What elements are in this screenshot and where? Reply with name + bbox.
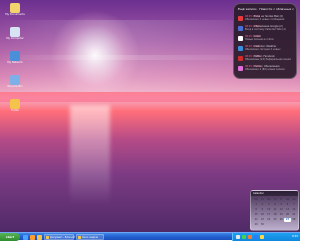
calendar-day[interactable]: 28 xyxy=(291,218,297,222)
network-icon xyxy=(10,51,20,61)
folder-icon[interactable] xyxy=(37,234,42,240)
yandex-icon xyxy=(238,66,243,71)
calendar-day[interactable]: 21 xyxy=(291,213,297,217)
desktop-background: My Documents My Computer My Network Recy… xyxy=(0,0,300,232)
browser-icon[interactable] xyxy=(23,234,28,240)
media-icon[interactable] xyxy=(30,234,35,240)
tray-icon[interactable] xyxy=(254,235,258,239)
desktop-icon-my-computer[interactable]: My Computer xyxy=(2,27,28,48)
desktop-icons: My Documents My Computer My Network Recy… xyxy=(2,3,28,123)
folder-icon xyxy=(10,99,20,109)
calendar-weekday: Su xyxy=(292,198,296,201)
desktop-icon-recycle-bin[interactable]: Recycle Bin xyxy=(2,75,28,96)
google-icon xyxy=(238,26,243,31)
notification-item[interactable]: 08:45 27.09 Calendar: Weather Обновлено … xyxy=(238,45,294,54)
notification-item[interactable]: 08:45 27.09 Yandex: Обновления Обновлено… xyxy=(238,65,294,74)
desktop-icon-my-documents[interactable]: My Documents xyxy=(2,3,28,24)
desktop-icon-my-network[interactable]: My Network xyxy=(2,51,28,72)
notification-item[interactable]: 08:45 27.09 Обновление Google (2) Вход в… xyxy=(238,25,294,34)
social-icon xyxy=(238,56,243,61)
calendar-day[interactable]: 30 xyxy=(259,223,265,227)
tray-icon[interactable] xyxy=(242,235,246,239)
notepad-icon xyxy=(46,236,49,239)
recycle-bin-icon xyxy=(10,75,20,85)
gmail-icon xyxy=(238,36,243,41)
tray-icon[interactable] xyxy=(248,235,252,239)
tray-icon[interactable] xyxy=(260,235,264,239)
mail-icon xyxy=(238,16,243,21)
horizon xyxy=(0,92,300,102)
tray-icon[interactable] xyxy=(236,235,240,239)
sun-reflection xyxy=(70,105,110,205)
notifications-widget[interactable]: Ещё записи · Новости с облачных сервисов… xyxy=(233,3,297,79)
documents-icon xyxy=(10,3,20,13)
computer-icon xyxy=(10,27,20,37)
calendar-icon xyxy=(238,46,243,51)
calendar-title: Calendar xyxy=(251,191,298,196)
taskbar: start Документ - Блокнот Окно задачи 8:4… xyxy=(0,232,300,241)
notification-item[interactable]: 08:45 27.09 Twitter: Facebook Обновлены … xyxy=(238,55,294,64)
notification-item[interactable]: 08:45 27.09 Gmail Новые письма из Inbox xyxy=(238,35,294,44)
sun-glow xyxy=(50,10,140,100)
notification-item[interactable]: 08:45 27.09 Вход на Yandex.Mail (2) Обно… xyxy=(238,15,294,24)
calendar-gadget[interactable]: Calendar Mo Tu We Th Fr Sa Su 1 2 3 4 5 6 7 8 9 10 11 12 13… xyxy=(250,190,299,231)
calendar-grid: Mo Tu We Th Fr Sa Su 1 2 3 4 5 6 7 8 9 10 11 12 13 14 15 16 17 1… xyxy=(253,198,297,227)
taskbar-item[interactable]: Документ - Блокнот xyxy=(44,234,75,240)
desktop-icon-folder[interactable]: Folder xyxy=(2,99,28,120)
window-icon xyxy=(78,236,81,239)
quick-launch xyxy=(23,234,42,240)
notifications-title: Ещё записи · Новости с облачных сервисов xyxy=(238,7,294,11)
calendar-day[interactable]: 14 xyxy=(291,208,297,212)
start-label: start xyxy=(5,235,15,239)
taskbar-item[interactable]: Окно задачи xyxy=(76,234,104,240)
calendar-day[interactable]: 7 xyxy=(291,203,297,207)
